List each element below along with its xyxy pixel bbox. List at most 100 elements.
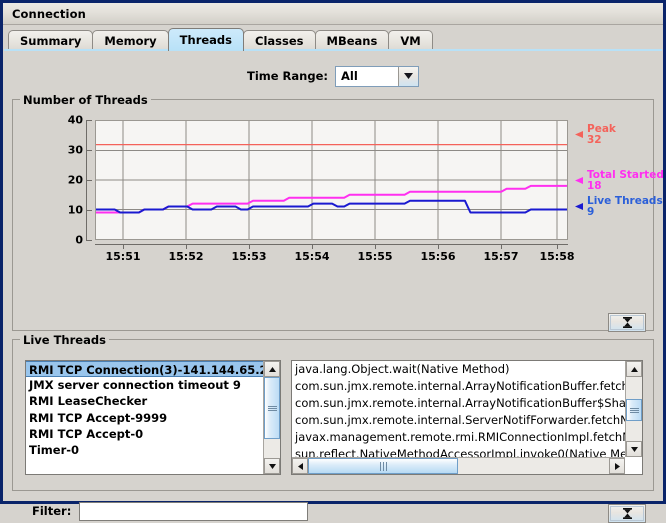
y-tick-10: 10: [67, 203, 83, 217]
time-range-row: Time Range: All: [4, 63, 662, 89]
y-tick-40: 40: [67, 113, 83, 127]
x-tickmark-4: [375, 244, 376, 249]
time-range-value: All: [341, 69, 358, 83]
legend-item-live-threads[interactable]: Live Threads 9: [575, 196, 663, 218]
stack-trace-line[interactable]: java.lang.Object.wait(Native Method): [292, 361, 625, 378]
bottom-tile-button[interactable]: [608, 504, 646, 523]
scroll-down-icon[interactable]: [626, 441, 642, 457]
window-title: Connection: [12, 6, 86, 21]
thread-list-vertical-scrollbar[interactable]: [263, 361, 280, 474]
legend-live-threads-name: Live Threads: [587, 195, 663, 207]
x-tickmark-3: [312, 244, 313, 249]
stack-trace-line[interactable]: javax.management.remote.rmi.RMIConnectio…: [292, 429, 625, 446]
stack-trace-scroll-thumb[interactable]: [626, 399, 642, 421]
x-tickmark-2: [249, 244, 250, 249]
x-tick-label-0: 15:51: [105, 250, 141, 263]
stack-trace-line[interactable]: com.sun.jmx.remote.internal.ServerNotifF…: [292, 412, 625, 429]
stack-trace-line[interactable]: sun.reflect.NativeMethodAccessorImpl.inv…: [292, 446, 625, 457]
thread-list-scroll-thumb[interactable]: [264, 377, 280, 439]
legend-peak-value: 32: [587, 134, 602, 146]
jconsole-window: Connection Summary Memory Threads Classe…: [0, 0, 666, 523]
x-tickmark-5: [438, 244, 439, 249]
x-tickmark-1: [186, 244, 187, 249]
chart-legend: Peak 32 Total Started 18 Live Threads 9: [575, 120, 664, 250]
tab-memory-label: Memory: [104, 34, 157, 48]
thread-list-item[interactable]: Timer-0: [26, 442, 263, 458]
chevron-down-icon[interactable]: [398, 66, 418, 86]
tab-vm-label: VM: [400, 34, 421, 48]
thread-list-item-label: RMI TCP Connection(3)-141.144.65.230: [29, 363, 263, 377]
chart-line-live-threads: [96, 199, 567, 214]
thread-list-item-label: RMI TCP Accept-9999: [29, 410, 168, 425]
chart-tile-button[interactable]: [608, 313, 646, 332]
x-tick-label-1: 15:52: [168, 250, 204, 263]
tab-mbeans[interactable]: MBeans: [314, 30, 390, 51]
number-of-threads-title: Number of Threads: [20, 93, 151, 107]
scroll-up-icon[interactable]: [626, 361, 642, 377]
x-tick-label-2: 15:53: [231, 250, 267, 263]
tab-summary[interactable]: Summary: [8, 30, 94, 51]
thread-name-list[interactable]: RMI TCP Connection(3)-141.144.65.230 JMX …: [25, 360, 281, 475]
thread-list-item[interactable]: JMX server connection timeout 9: [26, 377, 263, 393]
x-tick-label-3: 15:54: [294, 250, 330, 263]
time-range-combobox[interactable]: All: [335, 65, 419, 87]
tab-vm[interactable]: VM: [388, 30, 433, 51]
chart-series: [96, 144, 567, 214]
chart-svg: [96, 121, 567, 239]
thread-list-item-label: JMX server connection timeout 9: [29, 378, 241, 393]
grip-icon: [379, 461, 388, 471]
scroll-right-icon[interactable]: [609, 458, 625, 474]
left-arrow-icon: [575, 131, 584, 138]
y-tickmark-20: [86, 180, 92, 181]
legend-item-total-started[interactable]: Total Started 18: [575, 170, 664, 192]
scroll-up-icon[interactable]: [264, 361, 280, 377]
scroll-left-icon[interactable]: [292, 458, 308, 474]
threads-chart: 40 30 20 10 0 15:51 15:52 15:53 15:54 15…: [13, 108, 664, 298]
stack-trace-line[interactable]: com.sun.jmx.remote.internal.ArrayNotific…: [292, 395, 625, 412]
thread-list-item-label: RMI TCP Accept-0: [29, 426, 144, 441]
tab-classes-label: Classes: [255, 34, 304, 48]
thread-list-rows: RMI TCP Connection(3)-141.144.65.230 JMX …: [26, 361, 263, 474]
chart-x-axis: 15:51 15:52 15:53 15:54 15:55 15:56 15:5…: [95, 244, 575, 266]
tab-threads[interactable]: Threads: [167, 28, 245, 51]
thread-list-item[interactable]: RMI LeaseChecker: [26, 393, 263, 409]
x-tick-label-5: 15:56: [420, 250, 456, 263]
x-tick-label-6: 15:57: [483, 250, 519, 263]
chart-gridlines: [96, 121, 567, 239]
thread-list-item[interactable]: RMI TCP Accept-9999: [26, 410, 263, 426]
y-tickmark-10: [86, 210, 92, 211]
y-tick-30: 30: [67, 143, 83, 157]
chart-plot-area: [95, 120, 568, 240]
stack-trace-panel[interactable]: java.lang.Object.wait(Native Method) com.…: [291, 360, 643, 475]
thread-list-item[interactable]: RMI TCP Accept-0: [26, 426, 263, 442]
stack-trace-horizontal-scrollbar[interactable]: [292, 457, 625, 474]
tab-memory[interactable]: Memory: [92, 30, 169, 51]
x-tick-label-4: 15:55: [357, 250, 393, 263]
tab-classes[interactable]: Classes: [243, 30, 316, 51]
time-range-label: Time Range:: [246, 69, 328, 83]
filter-row: Filter:: [12, 499, 412, 523]
grip-icon: [267, 405, 277, 412]
tab-threads-label: Threads: [179, 33, 233, 47]
x-tick-label-7: 15:58: [539, 250, 575, 263]
stack-trace-vertical-scrollbar[interactable]: [625, 361, 642, 457]
y-tickmark-30: [86, 150, 92, 151]
tab-bar: Summary Memory Threads Classes MBeans VM: [4, 26, 662, 51]
left-arrow-icon: [575, 203, 584, 210]
stack-trace-rows: java.lang.Object.wait(Native Method) com.…: [292, 361, 625, 457]
stack-trace-hscroll-thumb[interactable]: [308, 458, 458, 474]
x-axis-line: [95, 244, 568, 245]
number-of-threads-group: Number of Threads 40 30 20 10 0 15:51 15…: [12, 93, 664, 331]
threads-tab-panel: Time Range: All Number of Threads 40 30 …: [4, 51, 664, 523]
live-threads-title: Live Threads: [20, 333, 109, 347]
stack-trace-line[interactable]: com.sun.jmx.remote.internal.ArrayNotific…: [292, 378, 625, 395]
tab-summary-label: Summary: [20, 34, 82, 48]
hourglass-icon: [610, 506, 644, 521]
live-threads-group: Live Threads RMI TCP Connection(3)-141.1…: [12, 333, 654, 491]
scroll-down-icon[interactable]: [264, 458, 280, 474]
grip-icon: [629, 407, 639, 414]
legend-item-peak[interactable]: Peak 32: [575, 124, 616, 146]
tab-mbeans-label: MBeans: [326, 34, 378, 48]
filter-input[interactable]: [79, 501, 309, 521]
thread-list-item[interactable]: RMI TCP Connection(3)-141.144.65.230: [26, 361, 263, 378]
